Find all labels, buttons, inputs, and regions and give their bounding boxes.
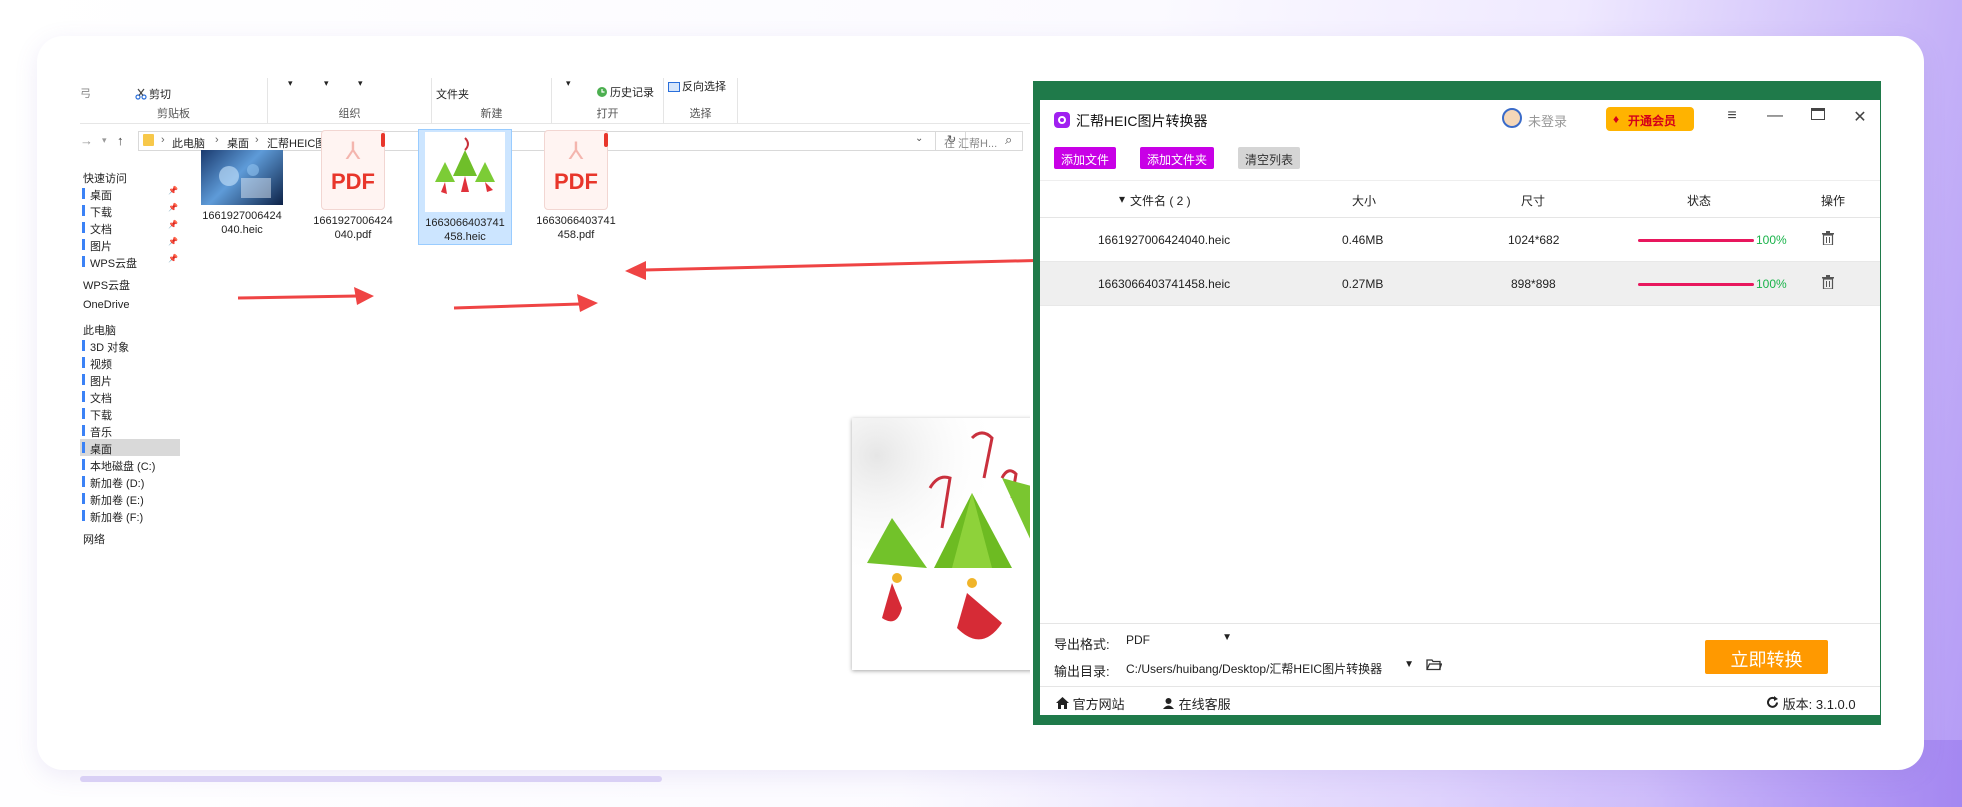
column-action: 操作: [1821, 194, 1846, 208]
column-size: 大小: [1352, 194, 1377, 208]
bottom-panel: 导出格式: PDF ▼ 输出目录: C:/Users/huibang/Deskt…: [1040, 623, 1880, 715]
avatar[interactable]: [1502, 108, 1522, 128]
website-link[interactable]: 官方网站: [1056, 694, 1125, 713]
close-icon[interactable]: ✕: [1850, 107, 1870, 127]
login-link[interactable]: 未登录: [1528, 111, 1567, 130]
clear-list-button[interactable]: 清空列表: [1238, 147, 1301, 169]
home-icon: [1056, 697, 1073, 712]
table-row[interactable]: 1663066403741458.heic 0.27MB 898*898 100…: [1040, 262, 1880, 306]
footer: 官方网站 在线客服 版本: 3.1.0.0: [1040, 686, 1880, 716]
progress-bar: [1638, 283, 1754, 286]
vip-label: 开通会员: [1628, 114, 1677, 128]
row-filename: 1663066403741458.heic: [1098, 277, 1231, 291]
trash-icon[interactable]: [1822, 275, 1834, 290]
trash-icon[interactable]: [1822, 231, 1834, 246]
headset-icon: [1162, 697, 1179, 712]
progress-bar: [1638, 239, 1754, 242]
row-dimension: 898*898: [1511, 277, 1556, 291]
converter-window: 汇帮HEIC图片转换器 未登录 ♦ 开通会员 ≡ — ✕ 添加文件 添加文件夹 …: [1040, 100, 1880, 715]
column-status: 状态: [1687, 194, 1712, 208]
export-format-label: 导出格式:: [1054, 637, 1110, 652]
row-filename: 1661927006424040.heic: [1098, 233, 1231, 247]
progress-label: 100%: [1756, 233, 1787, 247]
sort-down-icon[interactable]: ▾: [1119, 192, 1125, 206]
menu-icon[interactable]: ≡: [1722, 107, 1742, 125]
vip-button[interactable]: ♦ 开通会员: [1606, 107, 1694, 131]
row-size: 0.27MB: [1342, 277, 1384, 291]
export-format-value: PDF: [1126, 633, 1150, 647]
service-link[interactable]: 在线客服: [1162, 694, 1231, 713]
output-dir-value: C:/Users/huibang/Desktop/汇帮HEIC图片转换器: [1126, 662, 1383, 676]
website-label: 官方网站: [1072, 697, 1125, 712]
minimize-icon[interactable]: —: [1765, 107, 1785, 125]
output-dir-select[interactable]: C:/Users/huibang/Desktop/汇帮HEIC图片转换器 ▼: [1118, 657, 1420, 679]
table-row[interactable]: 1661927006424040.heic 0.46MB 1024*682 10…: [1040, 218, 1880, 262]
maximize-icon[interactable]: [1808, 107, 1828, 125]
title-bar: 汇帮HEIC图片转换器 未登录 ♦ 开通会员 ≡ — ✕: [1040, 100, 1880, 138]
app-title: 汇帮HEIC图片转换器: [1076, 113, 1208, 129]
version-info: 版本: 3.1.0.0: [1766, 694, 1856, 713]
folder-open-icon[interactable]: [1426, 658, 1443, 674]
progress-label: 100%: [1756, 277, 1787, 291]
row-size: 0.46MB: [1342, 233, 1384, 247]
service-label: 在线客服: [1178, 697, 1231, 712]
version-label: 版本: 3.1.0.0: [1782, 697, 1856, 712]
diamond-icon: ♦: [1613, 112, 1620, 126]
column-dimension: 尺寸: [1521, 194, 1546, 208]
add-file-button[interactable]: 添加文件: [1054, 147, 1117, 169]
file-table-header: ▾ 文件名 ( 2 ) 大小 尺寸 状态 操作: [1040, 180, 1880, 218]
caret-down-icon: ▼: [1222, 632, 1232, 643]
add-folder-button[interactable]: 添加文件夹: [1140, 147, 1215, 169]
caret-down-icon: ▼: [1404, 659, 1414, 670]
convert-now-button[interactable]: 立即转换: [1705, 640, 1828, 674]
toolbar: 添加文件 添加文件夹 清空列表: [1040, 138, 1880, 178]
row-dimension: 1024*682: [1508, 233, 1560, 247]
column-filename[interactable]: 文件名 ( 2 ): [1130, 192, 1191, 209]
output-dir-label: 输出目录:: [1054, 664, 1110, 679]
refresh-icon: [1766, 696, 1783, 712]
export-format-select[interactable]: PDF ▼: [1118, 630, 1238, 652]
app-logo-icon: [1054, 112, 1070, 128]
